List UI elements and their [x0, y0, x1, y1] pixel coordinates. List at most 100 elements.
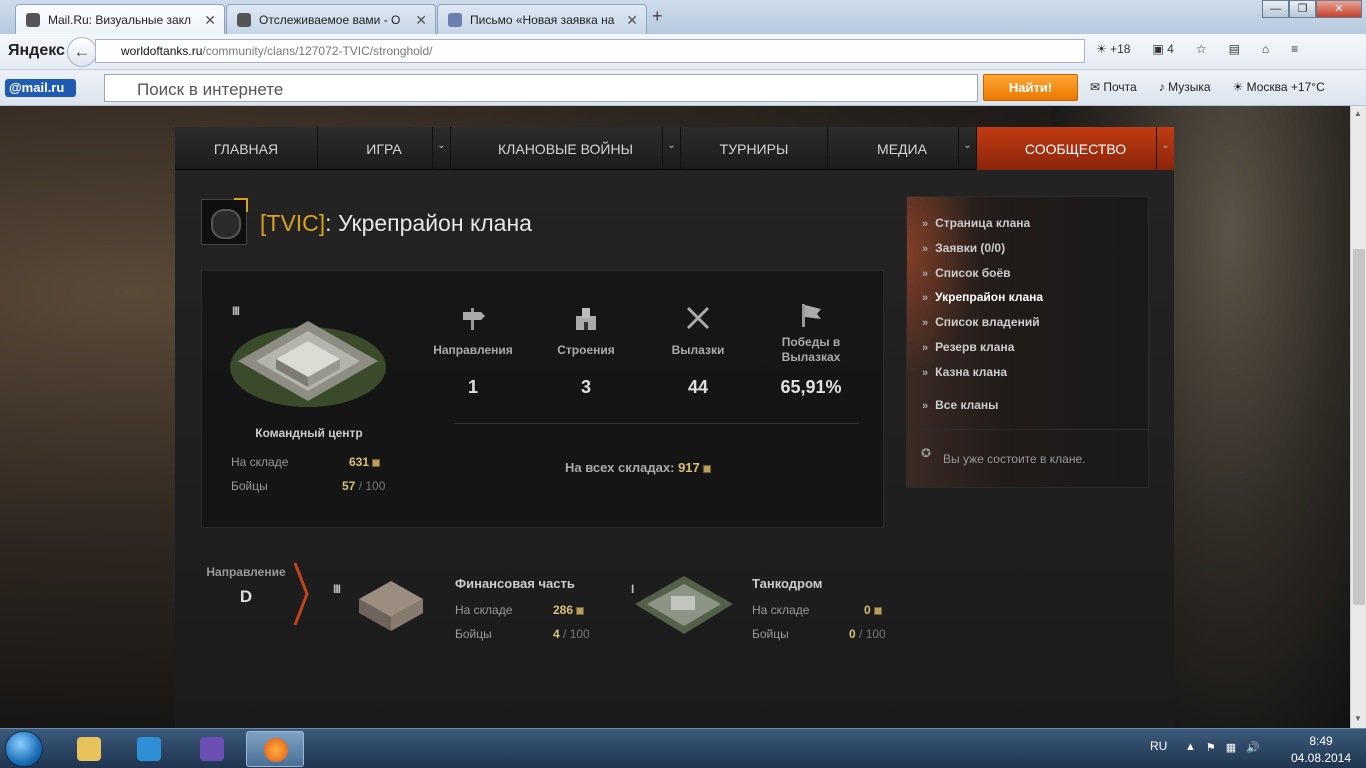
volume-icon[interactable]: 🔊 — [1246, 741, 1260, 754]
notification-count: 4 — [1167, 42, 1174, 56]
network-icon[interactable]: ▦ — [1226, 741, 1236, 754]
signpost-icon — [463, 308, 485, 330]
command-center-image[interactable] — [228, 309, 388, 409]
scrollbar-thumb[interactable] — [1353, 249, 1365, 605]
close-tab-icon[interactable]: ✕ — [204, 12, 216, 29]
page-scrollbar[interactable]: ▲ ▼ — [1350, 106, 1366, 728]
building-fighters-row: Бойцы 0 / 100 — [752, 627, 892, 641]
chevron-down-icon[interactable]: ⌄ — [662, 127, 680, 170]
menu-item-media[interactable]: МЕДИА ⌄ — [828, 127, 977, 170]
scroll-up-icon[interactable]: ▲ — [1354, 109, 1362, 118]
bookmark-star-icon[interactable]: ☆ — [1196, 42, 1207, 56]
building-level: III — [333, 582, 341, 596]
mail-link-label: Почта — [1103, 80, 1137, 94]
sidebar-item-reserve[interactable]: » Резерв клана — [922, 340, 1014, 354]
tank-range-image[interactable] — [631, 572, 737, 640]
tab-title: Письмо «Новая заявка на — [470, 13, 615, 27]
direction-label: Направление — [206, 565, 286, 579]
stock-value: 286 — [553, 603, 574, 617]
membership-note: Вы уже состоите в клане. — [943, 452, 1086, 466]
taskbar-firefox[interactable] — [246, 731, 304, 767]
sidebar-item-battles[interactable]: » Список боёв — [922, 266, 1011, 280]
back-button[interactable]: ← — [67, 37, 97, 67]
browser-tab-3[interactable]: Письмо «Новая заявка на ✕ — [437, 4, 647, 34]
chevron-down-icon[interactable]: ⌄ — [958, 127, 976, 170]
main-menu: ГЛАВНАЯ ИГРА ⌄ КЛАНОВЫЕ ВОЙНЫ ⌄ ТУРНИРЫ МЕ… — [175, 127, 1174, 170]
new-tab-button[interactable]: + — [652, 6, 663, 27]
search-button[interactable]: Найти! — [983, 74, 1078, 101]
clan-emblem[interactable] — [201, 198, 248, 245]
action-center-icon[interactable]: ⚑ — [1206, 741, 1216, 754]
direction-block[interactable]: Направление D — [201, 557, 291, 625]
menu-label: СООБЩЕСТВО — [1024, 141, 1127, 157]
weather-link-label: Москва +17°C — [1246, 80, 1325, 94]
stock-label: На складе — [752, 603, 810, 617]
sidebar-item-label: Список боёв — [935, 266, 1011, 280]
tab-title: Отслеживаемое вами - О — [259, 13, 401, 27]
sidebar-item-applications[interactable]: » Заявки (0/0) — [922, 241, 1005, 255]
search-input[interactable]: Поиск в интернете — [104, 74, 978, 102]
menu-icon[interactable]: ≡ — [1291, 42, 1298, 56]
chevron-right-icon: » — [922, 317, 929, 329]
reading-list-icon[interactable]: ▤ — [1229, 42, 1240, 56]
chevron-down-icon[interactable]: ⌄ — [432, 127, 450, 170]
sidebar-item-stronghold[interactable]: » Укрепрайон клана — [922, 290, 1043, 304]
toolbar-links: ✉ Почта ♪ Музыка ☀ Москва +17°C — [1090, 80, 1325, 94]
divider — [454, 423, 859, 424]
close-tab-icon[interactable]: ✕ — [626, 12, 638, 29]
sidebar-item-label: Казна клана — [935, 365, 1008, 379]
direction-value: D — [239, 587, 253, 606]
sidebar-item-label: Все кланы — [935, 398, 999, 412]
system-clock[interactable]: 8:49 04.08.2014 — [1290, 733, 1352, 767]
menu-item-community[interactable]: СООБЩЕСТВО ⌄ — [977, 127, 1174, 170]
close-window-button[interactable]: ✕ — [1316, 0, 1362, 18]
emblem-corner — [234, 198, 248, 212]
address-bar[interactable]: worldoftanks.ru/community/clans/127072-T… — [95, 39, 1085, 63]
browser-tab-1[interactable]: Mail.Ru: Визуальные закл ✕ — [15, 4, 225, 34]
url-path: /community/clans/127072-TVIC/stronghold/ — [202, 44, 433, 58]
minimize-button[interactable]: — — [1262, 0, 1289, 18]
scroll-down-icon[interactable]: ▼ — [1354, 714, 1362, 723]
taskbar-app[interactable] — [183, 731, 241, 767]
mailru-search-toolbar: @mail.ru Поиск в интернете Найти! ✉ Почт… — [0, 70, 1366, 106]
weather-link[interactable]: ☀ Москва +17°C — [1233, 80, 1325, 94]
mailru-logo[interactable]: @mail.ru — [5, 79, 76, 97]
mail-link[interactable]: ✉ Почта — [1090, 80, 1137, 94]
maximize-button[interactable]: ❐ — [1289, 0, 1316, 18]
chevron-right-icon: » — [922, 268, 929, 280]
music-link-label: Музыка — [1168, 80, 1211, 94]
notifications-widget[interactable]: ▣ 4 — [1152, 42, 1173, 56]
stat-label: Победы в Вылазках — [781, 335, 841, 364]
close-tab-icon[interactable]: ✕ — [415, 12, 427, 29]
music-link[interactable]: ♪ Музыка — [1159, 80, 1211, 94]
taskbar-media-player[interactable] — [120, 731, 178, 767]
fighters-label: Бойцы — [455, 627, 492, 641]
stronghold-summary-panel: III Командный центр На складе 631 Бойцы … — [201, 270, 884, 528]
building-fighters-value: 0 / 100 — [849, 627, 886, 641]
fighters-value: 57 — [342, 479, 356, 493]
finance-building-image[interactable] — [355, 577, 427, 633]
system-tray: ▲ ⚑ ▦ 🔊 — [1185, 741, 1260, 754]
chevron-down-icon[interactable]: ⌄ — [1156, 127, 1174, 170]
show-hidden-icons-icon[interactable]: ▲ — [1185, 741, 1196, 754]
browser-tab-2[interactable]: Отслеживаемое вами - О ✕ — [226, 4, 436, 34]
menu-item-tournaments[interactable]: ТУРНИРЫ — [681, 127, 828, 170]
taskbar-explorer[interactable] — [60, 731, 118, 767]
yandex-logo[interactable]: Яндекс — [8, 42, 65, 60]
language-indicator[interactable]: RU — [1150, 739, 1167, 753]
page-title-text: : Укрепрайон клана — [325, 210, 532, 236]
home-icon[interactable]: ⌂ — [1262, 42, 1269, 56]
start-button[interactable] — [5, 731, 43, 767]
menu-item-clan-wars[interactable]: КЛАНОВЫЕ ВОЙНЫ ⌄ — [451, 127, 681, 170]
menu-item-home[interactable]: ГЛАВНАЯ — [175, 127, 318, 170]
resource-box-icon — [372, 459, 381, 467]
weather-widget[interactable]: ☀ +18 — [1096, 42, 1130, 56]
menu-label: ИГРА — [366, 141, 402, 157]
sidebar-item-provinces[interactable]: » Список владений — [922, 315, 1040, 329]
sidebar-item-all-clans[interactable]: » Все кланы — [922, 398, 998, 412]
sidebar-item-clan-page[interactable]: » Страница клана — [922, 216, 1030, 230]
building-fighters-value: 4 / 100 — [553, 627, 590, 641]
menu-item-game[interactable]: ИГРА ⌄ — [318, 127, 451, 170]
fighters-max: / 100 — [855, 627, 886, 641]
sidebar-item-treasury[interactable]: » Казна клана — [922, 365, 1007, 379]
